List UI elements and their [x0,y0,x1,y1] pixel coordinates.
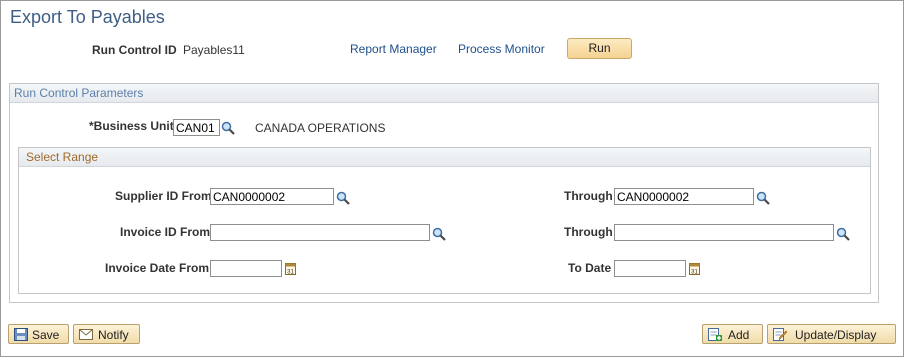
add-button[interactable]: Add [702,324,763,344]
supplier-id-through-input[interactable]: CAN0000002 [614,188,754,205]
to-date-input[interactable] [614,260,686,277]
business-unit-description: CANADA OPERATIONS [255,121,386,135]
run-control-parameters-title: Run Control Parameters [14,86,144,100]
supplier-id-through-lookup-icon[interactable] [756,191,770,205]
notify-icon [79,329,93,340]
invoice-id-through-label: Through [564,225,613,239]
business-unit-input[interactable]: CAN01 [173,119,220,136]
save-icon [14,328,28,341]
business-unit-lookup-icon[interactable] [221,121,235,135]
save-button[interactable]: Save [8,324,69,344]
svg-text:31: 31 [287,270,294,276]
invoice-id-from-label: Invoice ID From [120,225,211,239]
add-label: Add [728,328,750,342]
update-display-label: Update/Display [795,328,877,342]
run-button[interactable]: Run [567,38,632,59]
select-range-header: Select Range [19,148,870,167]
supplier-id-from-label: Supplier ID From [115,189,212,203]
supplier-id-through-label: Through [564,189,613,203]
run-control-value: Payables11 [183,43,245,57]
run-control-label: Run Control ID [92,43,177,57]
invoice-date-from-input[interactable] [210,260,282,277]
to-date-calendar-icon[interactable]: 31 [689,262,700,275]
invoice-date-from-label: Invoice Date From [105,261,210,275]
update-display-icon [773,328,787,341]
supplier-id-from-lookup-icon[interactable] [336,191,350,205]
report-manager-link[interactable]: Report Manager [350,42,437,56]
page-title: Export To Payables [10,7,165,27]
save-label: Save [32,328,60,342]
business-unit-label: *Business Unit [89,119,174,133]
page-frame: Export To Payables Run Control ID Payabl… [0,0,904,357]
invoice-id-from-input[interactable] [210,224,430,241]
notify-label: Notify [98,328,129,342]
add-icon [708,328,722,341]
invoice-id-through-input[interactable] [614,224,834,241]
invoice-date-from-calendar-icon[interactable]: 31 [285,262,296,275]
update-display-button[interactable]: Update/Display [767,324,896,344]
invoice-id-from-lookup-icon[interactable] [432,227,446,241]
select-range-title: Select Range [26,150,99,164]
supplier-id-from-input[interactable]: CAN0000002 [210,188,334,205]
process-monitor-link[interactable]: Process Monitor [458,42,545,56]
run-control-parameters-header: Run Control Parameters [10,84,878,103]
svg-text:31: 31 [691,270,698,276]
to-date-label: To Date [568,261,612,275]
invoice-id-through-lookup-icon[interactable] [836,227,850,241]
notify-button[interactable]: Notify [73,324,140,344]
